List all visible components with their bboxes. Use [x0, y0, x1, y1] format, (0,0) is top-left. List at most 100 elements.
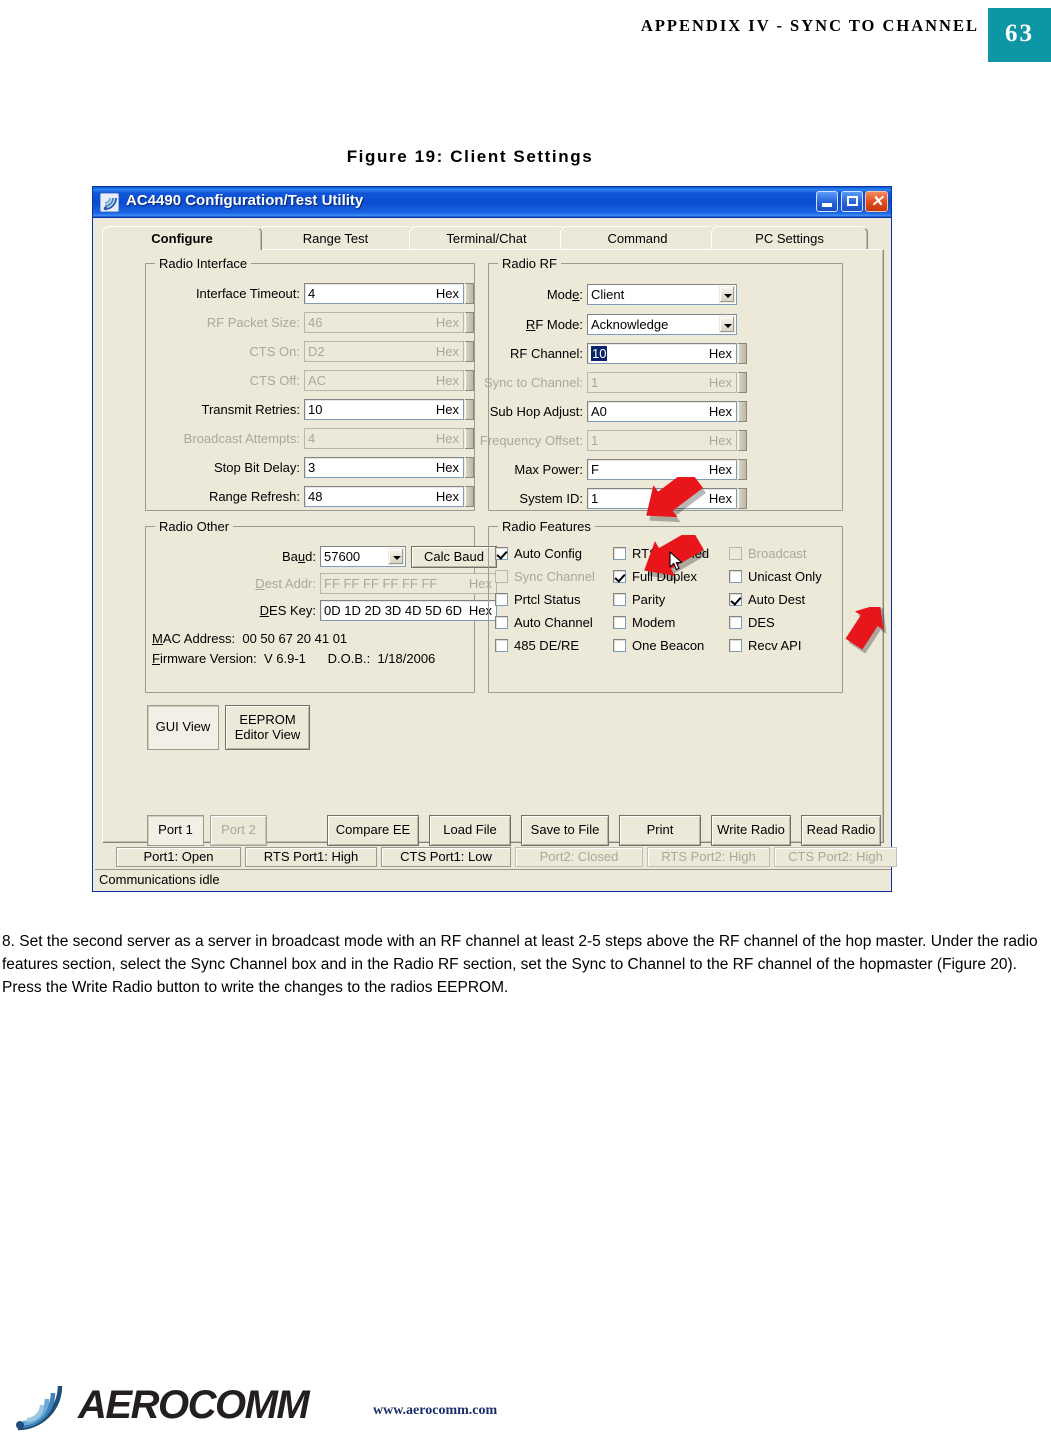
baud-dropdown[interactable]: 57600 — [320, 546, 406, 567]
checkbox-box[interactable] — [495, 547, 508, 560]
window-title-bar[interactable]: AC4490 Configuration/Test Utility ✕ — [93, 187, 891, 218]
checkbox-box[interactable] — [613, 639, 626, 652]
mac-address-line: MAC Address: 00 50 67 20 41 01 — [152, 631, 347, 646]
rf-field-4[interactable]: F Hex — [587, 459, 737, 480]
ri-label-7: Range Refresh: — [208, 489, 300, 504]
ri-spin-nub-0[interactable] — [465, 283, 474, 304]
ri-field-7[interactable]: 48 Hex — [304, 486, 464, 507]
status-cell-1: RTS Port1: High — [245, 847, 377, 867]
chevron-down-icon[interactable] — [388, 548, 404, 565]
view-button-eeprom[interactable]: EEPROM Editor View — [225, 705, 310, 750]
radio-features-group: Radio Features Auto Config Sync Channel Pr… — [488, 519, 843, 693]
port-button-1[interactable]: Port 1 — [147, 815, 204, 846]
chevron-down-icon[interactable] — [719, 286, 735, 303]
rf-label-5: System ID: — [519, 491, 583, 506]
close-icon[interactable]: ✕ — [865, 191, 888, 212]
action-button-write-radio[interactable]: Write Radio — [711, 815, 791, 846]
checkbox-auto-dest[interactable]: Auto Dest — [729, 591, 847, 610]
checkbox-label: Modem — [632, 615, 676, 630]
checkbox-label: RTS Enabled — [632, 546, 710, 561]
checkbox-auto-config[interactable]: Auto Config — [495, 545, 613, 564]
aerocomm-logo-icon — [16, 1385, 63, 1431]
action-button-compare-ee[interactable]: Compare EE — [327, 815, 419, 846]
ri-row-7: Range Refresh: 48 Hex — [146, 486, 476, 508]
dest-addr-field: FF FF FF FF FF FF Hex — [320, 573, 497, 594]
checkbox-box[interactable] — [729, 639, 742, 652]
checkbox-box[interactable] — [613, 616, 626, 629]
status-cell-3: Port2: Closed — [515, 847, 643, 867]
ri-spin-nub-4[interactable] — [465, 399, 474, 420]
action-button-print[interactable]: Print — [619, 815, 701, 846]
rf-suffix-2: Hex — [708, 404, 732, 419]
rf-field-0[interactable]: 10 Hex — [587, 343, 737, 364]
ri-spin-nub-1[interactable] — [465, 312, 474, 333]
checkbox-auto-channel[interactable]: Auto Channel — [495, 614, 613, 633]
radio-signal-icon — [100, 193, 119, 212]
checkbox-rts-enabled[interactable]: RTS Enabled — [613, 545, 731, 564]
ri-field-4[interactable]: 10 Hex — [304, 399, 464, 420]
rf-spin-nub-5[interactable] — [738, 488, 747, 509]
tab-configure[interactable]: Configure — [102, 226, 262, 250]
checkbox-label: Auto Channel — [514, 615, 593, 630]
checkbox-box[interactable] — [613, 547, 626, 560]
tab-pc-settings[interactable]: PC Settings — [711, 226, 868, 250]
rf-spin-nub-3[interactable] — [738, 430, 747, 451]
action-button-save-to-file[interactable]: Save to File — [521, 815, 609, 846]
chevron-down-icon[interactable] — [719, 316, 735, 333]
ri-spin-nub-5[interactable] — [465, 428, 474, 449]
rf-spin-nub-1[interactable] — [738, 372, 747, 393]
checkbox-prtcl-status[interactable]: Prtcl Status — [495, 591, 613, 610]
checkbox-unicast-only[interactable]: Unicast Only — [729, 568, 847, 587]
rf-spin-nub-2[interactable] — [738, 401, 747, 422]
minimize-button[interactable] — [816, 191, 838, 212]
checkbox-recv-api[interactable]: Recv API — [729, 637, 847, 656]
checkbox-one-beacon[interactable]: One Beacon — [613, 637, 731, 656]
tab-terminal-chat[interactable]: Terminal/Chat — [409, 226, 564, 250]
maximize-button[interactable] — [841, 191, 863, 212]
action-button-load-file[interactable]: Load File — [429, 815, 511, 846]
dest-addr-value: FF FF FF FF FF FF — [324, 576, 438, 591]
ri-field-2: D2 Hex — [304, 341, 464, 362]
calc-baud-button[interactable]: Calc Baud — [411, 546, 497, 568]
rf-label-4: Max Power: — [514, 462, 583, 477]
checkbox-modem[interactable]: Modem — [613, 614, 731, 633]
action-button-read-radio[interactable]: Read Radio — [801, 815, 881, 846]
checkbox-box[interactable] — [729, 616, 742, 629]
ri-spin-nub-3[interactable] — [465, 370, 474, 391]
ri-field-6[interactable]: 3 Hex — [304, 457, 464, 478]
des-key-field[interactable]: 0D 1D 2D 3D 4D 5D 6D Hex — [320, 600, 497, 621]
checkbox-full-duplex[interactable]: Full Duplex — [613, 568, 731, 587]
mode-dropdown[interactable]: Client — [587, 284, 737, 305]
checkbox-box[interactable] — [729, 593, 742, 606]
checkbox-box[interactable] — [613, 593, 626, 606]
ri-label-5: Broadcast Attempts: — [183, 431, 300, 446]
checkbox-box[interactable] — [729, 570, 742, 583]
rf-spin-nub-4[interactable] — [738, 459, 747, 480]
rf-field-2[interactable]: A0 Hex — [587, 401, 737, 422]
checkbox-box[interactable] — [495, 593, 508, 606]
ri-value-6: 3 — [308, 460, 316, 475]
rf-field-5[interactable]: 1 Hex — [587, 488, 737, 509]
ri-field-0[interactable]: 4 Hex — [304, 283, 464, 304]
rf-mode-dropdown[interactable]: Acknowledge — [587, 314, 737, 335]
radio-interface-title: Radio Interface — [155, 256, 252, 271]
aerocomm-wordmark: AEROCOMM — [78, 1383, 310, 1427]
view-button-gui-view[interactable]: GUI View — [147, 705, 219, 750]
ri-label-1: RF Packet Size: — [206, 315, 300, 330]
checkbox-box[interactable] — [495, 616, 508, 629]
ri-spin-nub-7[interactable] — [465, 486, 474, 507]
rf-value-3: 1 — [591, 433, 599, 448]
checkbox-box[interactable] — [613, 570, 626, 583]
rf-spin-nub-0[interactable] — [738, 343, 747, 364]
mode-value: Client — [591, 287, 625, 302]
tab-range-test[interactable]: Range Test — [258, 226, 413, 250]
tab-command[interactable]: Command — [560, 226, 715, 250]
checkbox-des[interactable]: DES — [729, 614, 847, 633]
ri-spin-nub-6[interactable] — [465, 457, 474, 478]
radio-other-title: Radio Other — [155, 519, 234, 534]
checkbox-parity[interactable]: Parity — [613, 591, 731, 610]
checkbox-box[interactable] — [495, 639, 508, 652]
rf-suffix-5: Hex — [708, 491, 732, 506]
ri-spin-nub-2[interactable] — [465, 341, 474, 362]
checkbox-485-de-re[interactable]: 485 DE/RE — [495, 637, 613, 656]
